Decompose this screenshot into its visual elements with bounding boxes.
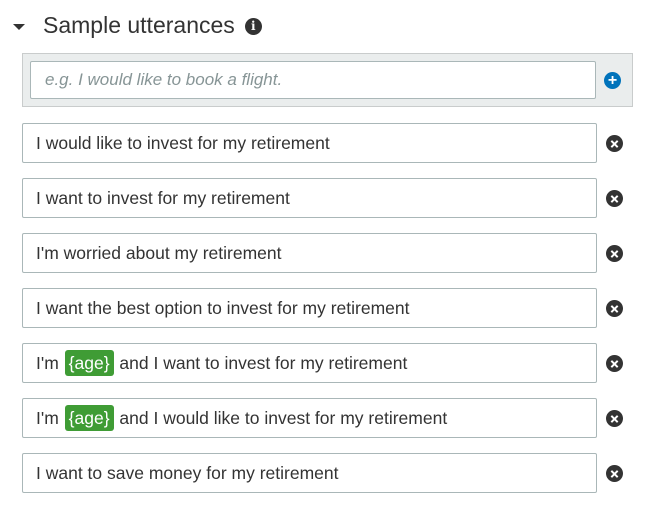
caret-down-icon[interactable]: [13, 23, 25, 30]
section-title: Sample utterances: [43, 11, 235, 38]
utterance-row: I want the best option to invest for my …: [22, 288, 633, 328]
plus-circle-icon[interactable]: +: [604, 72, 621, 89]
utterance-text: and I want to invest for my retirement: [114, 352, 408, 373]
remove-utterance-icon[interactable]: [606, 245, 623, 262]
slot-badge: {age}: [64, 405, 114, 431]
utterance-row: I'm {age} and I would like to invest for…: [22, 398, 633, 438]
utterance-field[interactable]: I'm worried about my retirement: [22, 233, 597, 273]
slot-badge: {age}: [64, 350, 114, 376]
remove-utterance-icon[interactable]: [606, 190, 623, 207]
utterance-text: I'm worried about my retirement: [36, 242, 282, 263]
utterance-row: I would like to invest for my retirement: [22, 123, 633, 163]
section-header[interactable]: Sample utterances i: [0, 6, 262, 44]
remove-utterance-icon[interactable]: [606, 410, 623, 427]
remove-utterance-icon[interactable]: [606, 465, 623, 482]
utterance-row: I'm worried about my retirement: [22, 233, 633, 273]
utterance-row: I want to save money for my retirement: [22, 453, 633, 493]
remove-utterance-icon[interactable]: [606, 300, 623, 317]
new-utterance-box: +: [22, 53, 633, 107]
utterance-text: I'm: [36, 352, 64, 373]
utterance-field[interactable]: I would like to invest for my retirement: [22, 123, 597, 163]
utterance-field[interactable]: I want to save money for my retirement: [22, 453, 597, 493]
utterance-text: I'm: [36, 407, 64, 428]
sample-utterances-panel: Sample utterances i + I would like to in…: [0, 0, 660, 522]
utterance-row: I want to invest for my retirement: [22, 178, 633, 218]
utterance-text: and I would like to invest for my retire…: [114, 407, 448, 428]
utterance-text: I want to invest for my retirement: [36, 187, 290, 208]
utterance-text: I want to save money for my retirement: [36, 462, 339, 483]
utterance-row: I'm {age} and I want to invest for my re…: [22, 343, 633, 383]
utterance-text: I want the best option to invest for my …: [36, 297, 410, 318]
remove-utterance-icon[interactable]: [606, 135, 623, 152]
remove-utterance-icon[interactable]: [606, 355, 623, 372]
utterance-field[interactable]: I'm {age} and I would like to invest for…: [22, 398, 597, 438]
utterance-field[interactable]: I want to invest for my retirement: [22, 178, 597, 218]
info-icon[interactable]: i: [244, 18, 262, 35]
utterance-text: I would like to invest for my retirement: [36, 132, 330, 153]
utterance-field[interactable]: I'm {age} and I want to invest for my re…: [22, 343, 597, 383]
new-utterance-input[interactable]: [30, 61, 596, 99]
utterance-field[interactable]: I want the best option to invest for my …: [22, 288, 597, 328]
